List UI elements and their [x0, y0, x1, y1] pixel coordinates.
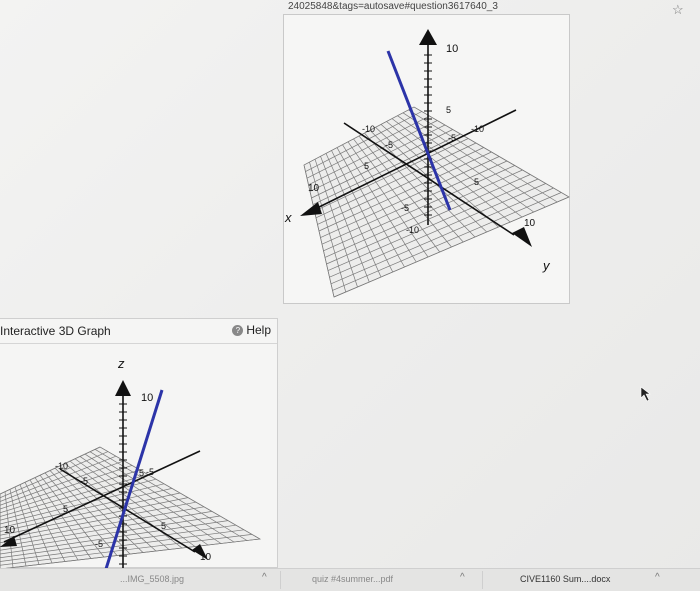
download-3-chevron-icon[interactable]: ^	[655, 572, 660, 583]
top-y-label-neg10: -10	[362, 124, 375, 134]
top-x-label-neg5: -5	[448, 133, 456, 143]
download-item-2[interactable]: quiz #4summer...pdf	[312, 574, 393, 584]
top-y-label-neg5: -5	[385, 140, 393, 150]
bookmark-star-icon[interactable]: ☆	[672, 2, 684, 18]
downloads-bar: ...IMG_5508.jpg ^ quiz #4summer...pdf ^ …	[0, 568, 700, 591]
bottom-x-label-neg5: -5	[146, 467, 154, 477]
top-y-axis-label: y	[542, 258, 551, 273]
download-item-3[interactable]: CIVE1160 Sum....docx	[520, 574, 610, 584]
panel-header: Interactive 3D Graph ? Help	[0, 319, 277, 344]
top-y-label-10: 10	[524, 218, 536, 229]
bottom-z-label-10: 10	[141, 392, 153, 404]
bottom-z-axis-label: z	[117, 356, 125, 371]
top-3d-graph-canvas[interactable]: 10 5 -5 -10 10 5 -5 -10 -10 -5 5 10 x y	[284, 15, 571, 305]
download-item-1[interactable]: ...IMG_5508.jpg	[120, 574, 184, 584]
top-x-label-neg10: -10	[471, 124, 484, 134]
mouse-cursor-icon	[640, 386, 651, 402]
top-x-axis-label: x	[284, 210, 292, 225]
bottom-x-label-10: 10	[4, 525, 16, 536]
bottom-y-label-10: 10	[200, 552, 212, 563]
interactive-3d-graph-panel: Interactive 3D Graph ? Help z 10 5 -5 10 …	[0, 318, 278, 569]
panel-title: Interactive 3D Graph	[0, 324, 111, 338]
bottom-z-axis-arrow	[115, 380, 131, 396]
bottom-3d-graph[interactable]: z 10 5 -5 10 5 -5 -10 -5 5 10	[0, 344, 277, 569]
bottom-x-label-5: 5	[63, 504, 68, 514]
bottom-z-ticks	[119, 403, 127, 565]
bottom-3d-graph-canvas[interactable]: z 10 5 -5 10 5 -5 -10 -5 5 10	[0, 344, 277, 569]
download-2-chevron-icon[interactable]: ^	[460, 572, 465, 583]
top-x-label-5: 5	[364, 161, 369, 171]
divider	[280, 571, 281, 589]
top-z-label-neg10: -10	[406, 225, 419, 235]
bottom-z-label-5: 5	[139, 468, 144, 478]
top-x-label-10: 10	[308, 183, 320, 194]
top-y-label-5: 5	[474, 177, 479, 187]
bottom-z-label-neg5: -5	[95, 539, 103, 549]
bottom-grid-plane	[0, 446, 262, 569]
divider	[482, 571, 483, 589]
bottom-y-label-5: 5	[161, 521, 166, 531]
help-icon: ?	[232, 325, 244, 337]
top-grid-plane	[303, 106, 570, 298]
bottom-y-label-neg10: -10	[55, 461, 68, 471]
top-z-label-5: 5	[446, 105, 451, 115]
top-z-label-neg5: -5	[401, 203, 409, 213]
bottom-y-label-neg5: -5	[80, 476, 88, 486]
top-z-axis-arrow	[419, 29, 437, 45]
top-3d-graph[interactable]: 10 5 -5 -10 10 5 -5 -10 -10 -5 5 10 x y	[283, 14, 570, 304]
top-z-ticks	[424, 54, 432, 216]
download-1-chevron-icon[interactable]: ^	[262, 572, 267, 583]
top-z-label-10: 10	[446, 43, 458, 55]
top-y-axis-arrow	[512, 227, 532, 247]
help-label: Help	[246, 323, 271, 337]
url-text[interactable]: 24025848&tags=autosave#question3617640_3	[288, 1, 498, 12]
help-button[interactable]: ? Help	[232, 323, 271, 337]
